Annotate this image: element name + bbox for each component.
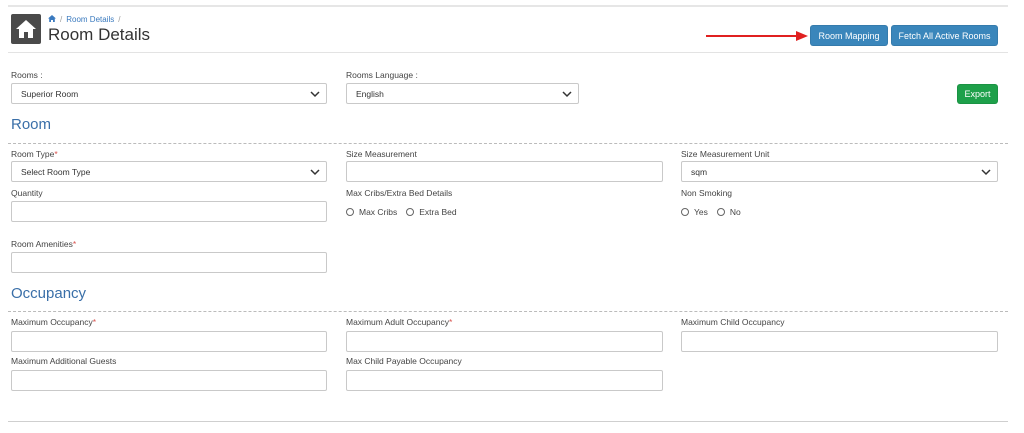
- size-measurement-input[interactable]: [346, 161, 663, 182]
- breadcrumb-home-icon[interactable]: [48, 15, 56, 24]
- chevron-down-icon: [310, 169, 320, 176]
- breadcrumb: / Room Details /: [48, 15, 120, 24]
- maximum-child-occupancy-input[interactable]: [681, 331, 998, 352]
- fetch-all-active-rooms-button[interactable]: Fetch All Active Rooms: [891, 25, 998, 46]
- non-smoking-no-radio[interactable]: [716, 208, 725, 216]
- breadcrumb-separator: /: [60, 15, 63, 24]
- quantity-label: Quantity: [11, 188, 43, 198]
- breadcrumb-separator: /: [118, 15, 121, 24]
- extra-bed-radio[interactable]: [406, 208, 415, 216]
- maximum-adult-occupancy-label: Maximum Adult Occupancy*: [346, 317, 452, 327]
- bottom-divider: [8, 421, 1008, 422]
- max-cribs-option[interactable]: Max Cribs: [359, 207, 397, 217]
- room-type-value: Select Room Type: [21, 166, 91, 177]
- chevron-down-icon: [310, 91, 320, 98]
- required-marker: *: [92, 317, 97, 327]
- room-type-select[interactable]: Select Room Type: [11, 161, 327, 182]
- chevron-down-icon: [981, 169, 991, 176]
- room-mapping-button[interactable]: Room Mapping: [810, 25, 888, 46]
- maximum-occupancy-label-text: Maximum Occupancy: [11, 317, 93, 327]
- extra-bed-option[interactable]: Extra Bed: [419, 207, 456, 217]
- rooms-language-select[interactable]: English: [346, 83, 579, 104]
- room-amenities-label-text: Room Amenities: [11, 239, 73, 249]
- rooms-language-value: English: [356, 88, 384, 99]
- max-cribs-extra-bed-label: Max Cribs/Extra Bed Details: [346, 188, 453, 198]
- non-smoking-no-option[interactable]: No: [730, 207, 741, 217]
- room-section-divider: [8, 143, 1008, 144]
- rooms-language-label: Rooms Language :: [346, 70, 418, 80]
- chevron-down-icon: [562, 91, 572, 98]
- max-cribs-extra-bed-radio-group: Max Cribs Extra Bed: [346, 207, 466, 217]
- top-border: [8, 5, 1008, 7]
- required-marker: *: [448, 317, 453, 327]
- non-smoking-radio-group: Yes No: [681, 207, 750, 217]
- size-unit-value: sqm: [691, 166, 708, 177]
- size-measurement-unit-select[interactable]: sqm: [681, 161, 998, 182]
- maximum-occupancy-input[interactable]: [11, 331, 327, 352]
- export-button[interactable]: Export: [957, 84, 998, 104]
- room-type-label-text: Room Type: [11, 149, 55, 159]
- rooms-select[interactable]: Superior Room: [11, 83, 327, 104]
- required-marker: *: [72, 239, 77, 249]
- room-type-label: Room Type*: [11, 149, 58, 159]
- quantity-input[interactable]: [11, 201, 327, 222]
- maximum-additional-guests-input[interactable]: [11, 370, 327, 391]
- non-smoking-yes-radio[interactable]: [681, 208, 689, 216]
- red-arrow-icon: [706, 31, 808, 41]
- occupancy-section-divider: [8, 311, 1008, 312]
- max-child-payable-occupancy-label: Max Child Payable Occupancy: [346, 356, 462, 366]
- maximum-additional-guests-label: Maximum Additional Guests: [11, 356, 117, 366]
- page-title: Room Details: [48, 25, 151, 44]
- max-child-payable-occupancy-input[interactable]: [346, 370, 663, 391]
- size-measurement-label: Size Measurement: [346, 149, 417, 159]
- maximum-child-occupancy-label: Maximum Child Occupancy: [681, 317, 785, 327]
- rooms-label: Rooms :: [11, 70, 43, 80]
- home-icon[interactable]: [11, 14, 41, 44]
- header-divider: [8, 52, 1008, 53]
- rooms-select-value: Superior Room: [21, 88, 79, 99]
- non-smoking-yes-option[interactable]: Yes: [694, 207, 708, 217]
- room-amenities-label: Room Amenities*: [11, 239, 76, 249]
- maximum-adult-occupancy-label-text: Maximum Adult Occupancy: [346, 317, 449, 327]
- occupancy-section-title: Occupancy: [11, 285, 87, 302]
- size-measurement-unit-label: Size Measurement Unit: [681, 149, 770, 159]
- maximum-occupancy-label: Maximum Occupancy*: [11, 317, 96, 327]
- non-smoking-label: Non Smoking: [681, 188, 733, 198]
- room-amenities-input[interactable]: [11, 252, 327, 273]
- required-marker: *: [54, 149, 58, 159]
- max-cribs-radio[interactable]: [346, 208, 354, 216]
- breadcrumb-current[interactable]: Room Details: [66, 15, 114, 24]
- maximum-adult-occupancy-input[interactable]: [346, 331, 663, 352]
- room-section-title: Room: [11, 116, 52, 133]
